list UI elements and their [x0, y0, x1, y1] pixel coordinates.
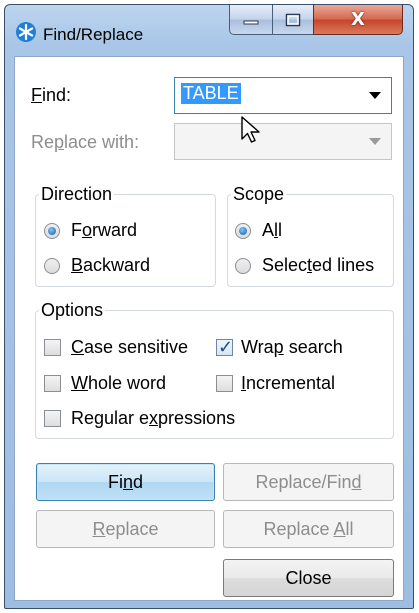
regular-expressions-label[interactable]: Regular expressions [71, 408, 235, 429]
scope-all-label[interactable]: All [262, 220, 282, 241]
chevron-down-icon[interactable] [369, 92, 381, 99]
wrap-search-label[interactable]: Wrap search [241, 337, 343, 358]
forward-radio[interactable] [44, 223, 60, 239]
regular-expressions-checkbox[interactable] [44, 410, 61, 427]
find-input-value[interactable]: TABLE [181, 83, 241, 104]
incremental-checkbox[interactable] [216, 375, 233, 392]
chevron-down-icon[interactable] [369, 138, 381, 145]
find-replace-window: Find/Replace X Find: TABLE Replace with: [4, 4, 414, 609]
case-sensitive-label[interactable]: Case sensitive [71, 337, 188, 358]
find-button[interactable]: Find [36, 463, 215, 501]
close-icon: X [351, 9, 365, 30]
selected-lines-label[interactable]: Selected lines [262, 255, 374, 276]
replace-find-button[interactable]: Replace/Find [223, 463, 394, 501]
options-title: Options [39, 300, 106, 321]
find-label: Find: [31, 85, 72, 105]
backward-radio[interactable] [44, 258, 60, 274]
check-icon: ✓ [218, 337, 234, 357]
forward-label[interactable]: Forward [71, 220, 137, 241]
minimize-button[interactable] [229, 5, 273, 35]
whole-word-checkbox[interactable] [44, 375, 61, 392]
maximize-icon [285, 13, 301, 26]
replace-with-label: Replace with: [31, 132, 140, 152]
title-bar[interactable]: Find/Replace X [5, 5, 413, 55]
selected-lines-radio[interactable] [235, 258, 251, 274]
maximize-button[interactable] [272, 5, 314, 35]
close-button[interactable]: Close [223, 559, 394, 597]
minimize-icon [243, 20, 259, 24]
case-sensitive-checkbox[interactable] [44, 339, 61, 356]
replace-button[interactable]: Replace [36, 510, 215, 548]
dialog-body: Find: TABLE Replace with: Direction Forw… [14, 56, 404, 601]
direction-title: Direction [39, 184, 115, 205]
incremental-label[interactable]: Incremental [241, 373, 335, 394]
scope-all-radio[interactable] [235, 223, 251, 239]
find-combo[interactable]: TABLE [174, 77, 392, 114]
window-title: Find/Replace [43, 25, 144, 44]
wrap-search-checkbox[interactable]: ✓ [216, 337, 234, 357]
replace-all-button[interactable]: Replace All [223, 510, 394, 548]
replace-combo[interactable] [174, 123, 392, 160]
close-window-button[interactable]: X [313, 5, 403, 35]
scope-title: Scope [231, 184, 287, 205]
app-star-icon [16, 22, 36, 42]
backward-label[interactable]: Backward [71, 255, 150, 276]
mouse-cursor-icon [241, 116, 260, 143]
whole-word-label[interactable]: Whole word [71, 373, 166, 394]
